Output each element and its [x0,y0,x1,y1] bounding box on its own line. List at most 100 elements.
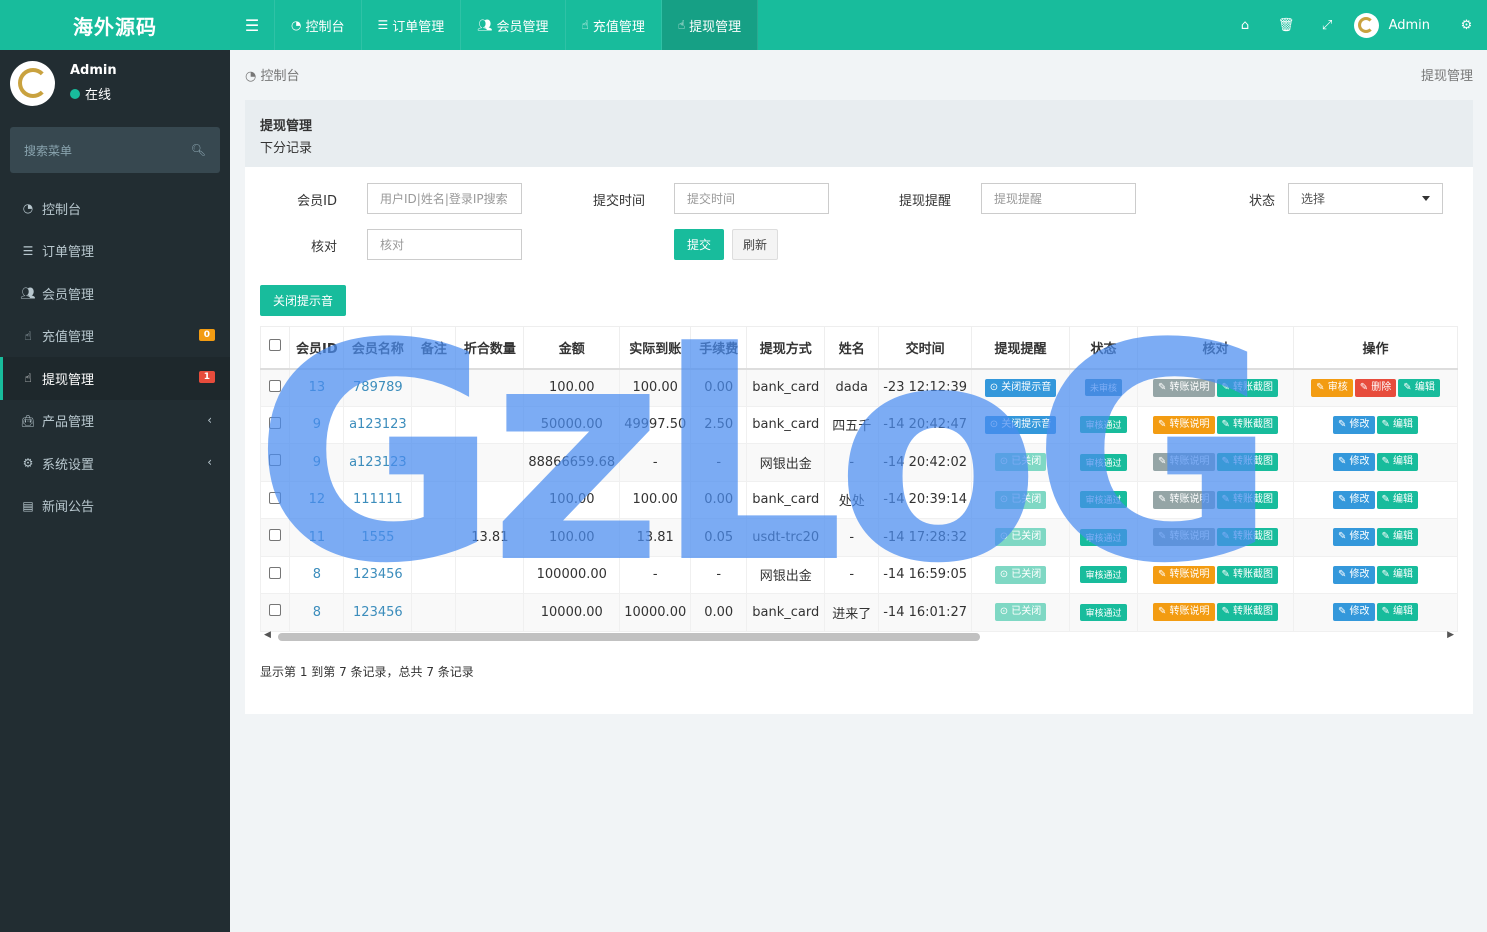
tab-withdraw-records[interactable]: 下分记录 [260,137,1458,156]
fullscreen-icon[interactable]: ⤢ [1307,0,1348,50]
tab-2[interactable]: 👥︎ 会员管理 [461,0,566,50]
close-sound-button[interactable]: 关闭提示音 [260,285,346,316]
sidebar-item-2[interactable]: 👥︎ 会员管理 [0,272,230,315]
remind-button[interactable]: ⊙ 关闭提示音 [984,415,1057,434]
menu-toggle-icon[interactable]: ☰ [230,0,275,50]
tab-0[interactable]: ◔ 控制台 [275,0,362,50]
transfer-screenshot-button[interactable]: ✎ 转账截图 [1216,415,1279,434]
check-input[interactable]: 核对 [367,229,522,260]
remind-button[interactable]: ⊙ 已关闭 [994,528,1047,547]
trash-icon[interactable]: 🗑︎ [1266,0,1307,50]
modify-button[interactable]: ✎ 修改 [1332,415,1375,434]
select-all-checkbox[interactable] [260,326,291,370]
status-select[interactable]: 选择 [1288,183,1443,214]
scroll-left-icon[interactable]: ◀ [264,630,271,640]
sidebar-item-label: 会员管理 [42,287,95,303]
app-logo[interactable]: 海外源码 [0,0,230,50]
row-checkbox[interactable] [260,518,291,557]
column-header[interactable]: 会员ID [289,326,345,370]
search-icon[interactable]: 🔍︎ [191,143,206,157]
transfer-screenshot-button[interactable]: ✎ 转账截图 [1216,378,1279,397]
sidebar-item-3[interactable]: ☝ 充值管理 0 [0,315,230,358]
remind-button[interactable]: ⊙ 已关闭 [994,565,1047,584]
transfer-screenshot-button[interactable]: ✎ 转账截图 [1216,490,1279,509]
transfer-screenshot-button[interactable]: ✎ 转账截图 [1216,528,1279,547]
transfer-note-button[interactable]: ✎ 转账说明 [1152,378,1215,397]
row-checkbox[interactable] [260,405,291,444]
tab-1[interactable]: ☰ 订单管理 [362,0,462,50]
row-checkbox[interactable] [260,480,291,519]
sidebar-item-1[interactable]: ☰ 订单管理 [0,230,230,273]
modify-button[interactable]: ✎ 修改 [1332,453,1375,472]
column-header[interactable]: 核对 [1137,326,1294,370]
cell-status: 审核通过 [1069,405,1138,444]
sidebar-item-6[interactable]: ⚙ 系统设置 ‹ [0,442,230,485]
refresh-button[interactable]: 刷新 [732,229,778,260]
member-id-input[interactable]: 用户ID|姓名|登录IP搜索 [367,183,522,214]
tab-4[interactable]: ☝ 提现管理 [661,0,759,50]
row-checkbox[interactable] [260,368,291,407]
modify-button[interactable]: ✎ 修改 [1332,528,1375,547]
remind-button[interactable]: ⊙ 已关闭 [994,490,1047,509]
edit-button[interactable]: ✎ 编辑 [1376,490,1419,509]
cell-name: 1555 [343,518,413,557]
scroll-right-icon[interactable]: ▶ [1447,630,1454,640]
cell-actual: 49997.50 [619,405,692,444]
horizontal-scrollbar[interactable]: ◀ ▶ [260,630,1458,644]
transfer-note-button[interactable]: ✎ 转账说明 [1152,490,1215,509]
row-checkbox[interactable] [260,443,291,482]
transfer-note-button[interactable]: ✎ 转账说明 [1152,415,1215,434]
sidebar-item-7[interactable]: ▤ 新闻公告 [0,485,230,528]
transfer-note-button[interactable]: ✎ 转账说明 [1152,565,1215,584]
column-header[interactable]: 折合数量 [455,326,525,370]
row-checkbox[interactable] [260,555,291,594]
withdraw-remind-input[interactable]: 提现提醒 [981,183,1136,214]
column-header[interactable]: 状态 [1069,326,1138,370]
edit-button[interactable]: ✎ 编辑 [1398,378,1440,397]
column-header[interactable]: 备注 [411,326,457,370]
breadcrumb-home[interactable]: ◔ 控制台 [245,65,300,84]
modify-button[interactable]: ✎ 修改 [1332,565,1375,584]
sidebar-item-0[interactable]: ◔ 控制台 [0,187,230,230]
settings-cogs-icon[interactable]: ⚙ [1446,0,1487,50]
transfer-screenshot-button[interactable]: ✎ 转账截图 [1216,565,1279,584]
modify-button[interactable]: ✎ 修改 [1332,603,1375,622]
column-header[interactable]: 提现方式 [746,326,826,370]
remind-button[interactable]: ⊙ 已关闭 [994,603,1047,622]
submit-time-input[interactable]: 提交时间 [674,183,829,214]
column-header[interactable]: 姓名 [824,326,880,370]
remind-button[interactable]: ⊙ 已关闭 [994,453,1047,472]
edit-button[interactable]: ✎ 编辑 [1376,528,1419,547]
sidebar-item-5[interactable]: 👜︎ 产品管理 ‹ [0,400,230,443]
home-icon[interactable]: ⌂ [1225,0,1266,50]
transfer-note-button[interactable]: ✎ 转账说明 [1152,603,1215,622]
cell-actual: 13.81 [619,518,692,557]
column-header[interactable]: 手续费 [690,326,748,370]
edit-button[interactable]: ✎ 编辑 [1376,603,1419,622]
transfer-screenshot-button[interactable]: ✎ 转账截图 [1216,603,1279,622]
column-header[interactable]: 操作 [1293,326,1458,370]
edit-button[interactable]: ✎ 编辑 [1376,415,1419,434]
column-header[interactable]: 实际到账 [619,326,692,370]
header-user-menu[interactable]: Admin [1348,12,1446,38]
column-header[interactable]: 金额 [523,326,621,370]
transfer-note-button[interactable]: ✎ 转账说明 [1152,453,1215,472]
transfer-note-button[interactable]: ✎ 转账说明 [1152,528,1215,547]
edit-button[interactable]: ✎ 编辑 [1376,565,1419,584]
sidebar-search-input[interactable]: 搜索菜单 🔍︎ [10,127,220,173]
review-button[interactable]: ✎ 审核 [1311,378,1353,397]
tab-3[interactable]: ☝ 充值管理 [566,0,662,50]
submit-button[interactable]: 提交 [674,229,724,260]
column-header[interactable]: 会员名称 [343,326,413,370]
edit-button[interactable]: ✎ 编辑 [1376,453,1419,472]
delete-button[interactable]: ✎ 删除 [1354,378,1397,397]
transfer-screenshot-button[interactable]: ✎ 转账截图 [1216,453,1279,472]
cell-converted [455,443,525,482]
sidebar-item-4[interactable]: ☝ 提现管理 1 [0,357,230,400]
remind-button[interactable]: ⊙ 关闭提示音 [984,378,1057,397]
column-header[interactable]: 提现提醒 [971,326,1070,370]
row-checkbox[interactable] [260,593,291,632]
modify-button[interactable]: ✎ 修改 [1332,490,1375,509]
column-header[interactable]: 交时间 [878,326,972,370]
scroll-thumb[interactable] [278,633,980,641]
